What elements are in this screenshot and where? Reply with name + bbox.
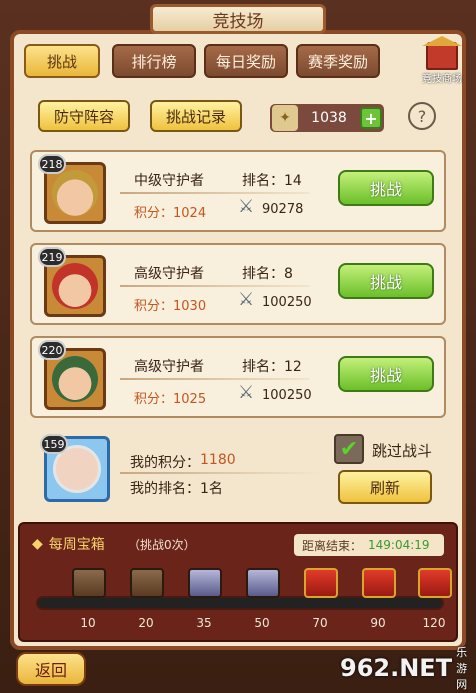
opponent-score: 积分：1025 (134, 392, 207, 407)
help-button[interactable]: ? (408, 102, 436, 130)
swords-icon: ⚔ (238, 196, 255, 217)
weekly-progress-track (36, 596, 444, 610)
challenge-button[interactable]: 挑战 (338, 170, 434, 206)
weekly-title: ◆ 每周宝箱 (32, 534, 105, 554)
opponent-rank: 排名：14 (242, 173, 302, 189)
avatar-icon (52, 356, 98, 402)
milestone-label: 90 (370, 616, 386, 630)
avatar-icon (52, 263, 98, 309)
opponent-card: 219 高级守护者 排名：8 积分：1030 ⚔ 100250 挑战 (30, 243, 446, 325)
currency-value: 1038 (311, 110, 347, 126)
opponent-score: 积分：1030 (134, 299, 207, 314)
milestone-label: 70 (312, 616, 328, 630)
divider (120, 192, 310, 194)
milestone-label: 120 (422, 616, 446, 630)
opponent-level: 219 (38, 247, 66, 267)
chest-icon[interactable] (304, 568, 338, 598)
opponent-level: 220 (38, 340, 66, 360)
my-score-value: 1180 (200, 452, 236, 468)
avatar-icon (52, 170, 98, 216)
shop-icon (422, 36, 462, 70)
opponent-rank: 排名：12 (242, 359, 302, 375)
countdown: 距离结束： 149:04:19 (294, 534, 444, 556)
divider (120, 285, 310, 287)
arena-coin-icon: ✦ (272, 105, 298, 131)
opponent-card: 218 中级守护者 排名：14 积分：1024 ⚔ 90278 挑战 (30, 150, 446, 232)
opponent-level: 218 (38, 154, 66, 174)
my-score-label: 我的积分： (130, 455, 200, 471)
diamond-icon: ◆ (32, 536, 43, 552)
milestone-label: 10 (80, 616, 96, 630)
add-currency-button[interactable]: + (360, 107, 382, 129)
refresh-button[interactable]: 刷新 (338, 470, 432, 504)
countdown-label: 距离结束： (302, 538, 363, 553)
swords-icon: ⚔ (238, 289, 255, 310)
milestone-label: 50 (254, 616, 270, 630)
weekly-subtitle: （挑战0次） (128, 538, 196, 552)
countdown-value: 149:04:19 (368, 538, 430, 552)
watermark-text: 乐游网 (456, 646, 468, 691)
opponent-power: 100250 (262, 295, 312, 310)
swords-icon: ⚔ (238, 382, 255, 403)
chest-icon[interactable] (418, 568, 452, 598)
chest-icon[interactable] (188, 568, 222, 598)
chest-icon[interactable] (362, 568, 396, 598)
divider (120, 378, 310, 380)
weekly-title-text: 每周宝箱 (48, 537, 105, 553)
opponent-name: 高级守护者 (134, 266, 204, 282)
skip-battle-checkbox[interactable]: ✔ (334, 434, 364, 464)
opponent-name: 高级守护者 (134, 359, 204, 375)
skip-battle-label: 跳过战斗 (372, 442, 433, 460)
my-rank-value: 1名 (200, 481, 223, 497)
tab-leaderboard[interactable]: 排行榜 (112, 44, 196, 78)
opponent-card: 220 高级守护者 排名：12 积分：1025 ⚔ 100250 挑战 (30, 336, 446, 418)
challenge-record-button[interactable]: 挑战记录 (150, 100, 242, 132)
my-level: 159 (40, 434, 68, 454)
watermark: 962.NET 乐游网 (340, 646, 470, 691)
tab-season-reward[interactable]: 赛季奖励 (296, 44, 380, 78)
page-title: 竞技场 (150, 4, 326, 34)
chest-icon[interactable] (72, 568, 106, 598)
weekly-chest-panel: ◆ 每周宝箱 （挑战0次） 距离结束： 149:04:19 10 20 35 5… (18, 522, 458, 642)
tab-daily-reward[interactable]: 每日奖励 (204, 44, 288, 78)
challenge-button[interactable]: 挑战 (338, 356, 434, 392)
opponent-rank: 排名：8 (242, 266, 293, 282)
tab-challenge[interactable]: 挑战 (24, 44, 100, 78)
my-rank-label: 我的排名： (130, 481, 200, 497)
chest-icon[interactable] (246, 568, 280, 598)
currency-box: ✦ 1038 + (270, 104, 384, 132)
opponent-name: 中级守护者 (134, 173, 204, 189)
divider (120, 472, 320, 474)
back-button[interactable]: 返回 (16, 652, 86, 686)
opponent-power: 100250 (262, 388, 312, 403)
arena-shop-button[interactable]: 竞技商场 (418, 36, 466, 88)
opponent-score: 积分：1024 (134, 206, 207, 221)
opponent-power: 90278 (262, 202, 304, 217)
defense-lineup-button[interactable]: 防守阵容 (38, 100, 130, 132)
milestone-label: 35 (196, 616, 212, 630)
shop-label: 竞技商场 (422, 74, 462, 85)
milestone-label: 20 (138, 616, 154, 630)
watermark-logo: 962.NET (340, 654, 453, 682)
chest-icon[interactable] (130, 568, 164, 598)
challenge-button[interactable]: 挑战 (338, 263, 434, 299)
